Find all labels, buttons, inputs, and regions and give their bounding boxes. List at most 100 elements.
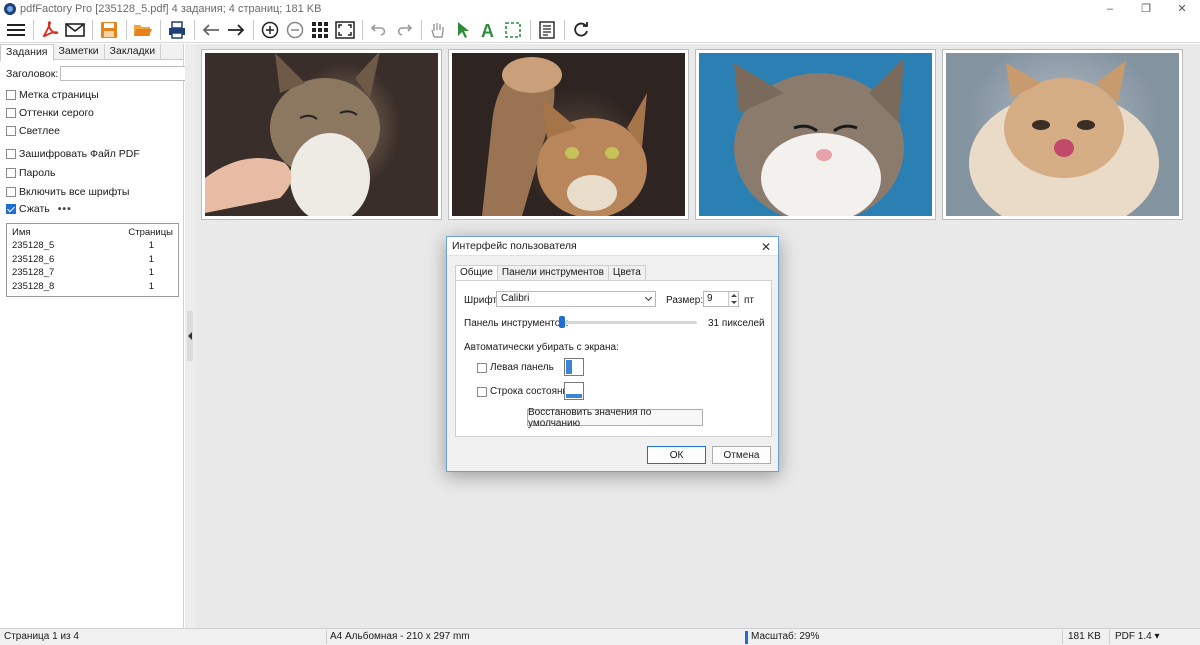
arrow-right-icon[interactable] xyxy=(224,18,248,42)
dialog-tabs: Общие Панели инструментов Цвета xyxy=(455,265,646,281)
properties-icon[interactable] xyxy=(535,18,559,42)
header-field-row: Заголовок: xyxy=(6,66,187,81)
table-row[interactable]: 235128_8 1 xyxy=(7,280,178,294)
cat-photo xyxy=(946,53,1179,216)
tab-notes[interactable]: Заметки xyxy=(54,44,105,60)
table-row[interactable]: 235128_7 1 xyxy=(7,266,178,280)
job-name: 235128_6 xyxy=(12,253,55,265)
grid-view-icon[interactable] xyxy=(308,18,332,42)
page-thumbnail-1[interactable] xyxy=(201,49,442,220)
arrow-left-icon[interactable] xyxy=(199,18,223,42)
close-window-button[interactable]: ✕ xyxy=(1164,0,1200,17)
option-label: Сжать xyxy=(19,203,50,215)
checkbox[interactable] xyxy=(6,168,16,178)
open-folder-icon[interactable] xyxy=(131,18,155,42)
option-lighter[interactable]: Светлее xyxy=(6,125,60,137)
status-zoom[interactable]: Масштаб: 29% xyxy=(751,631,819,642)
pdf-version-select[interactable]: PDF 1.4 ▾ xyxy=(1115,631,1159,642)
checkbox[interactable] xyxy=(6,149,16,159)
checkbox[interactable] xyxy=(477,386,487,397)
fit-page-icon[interactable] xyxy=(333,18,357,42)
status-paper-size: A4 Альбомная - 210 x 297 mm xyxy=(330,631,470,642)
select-rect-icon[interactable] xyxy=(501,18,525,42)
toolbar-separator xyxy=(194,19,195,40)
option-label: Светлее xyxy=(19,125,60,137)
restore-defaults-button[interactable]: Восстановить значения по умолчанию xyxy=(527,407,703,429)
print-icon[interactable] xyxy=(165,18,189,42)
main-toolbar: A xyxy=(0,17,1200,43)
status-bar-preview-icon xyxy=(564,382,584,400)
size-spinner[interactable]: 9 xyxy=(703,291,739,307)
dialog-close-button[interactable]: ✕ xyxy=(761,240,771,254)
tab-toolbars[interactable]: Панели инструментов xyxy=(496,265,609,280)
option-embed-fonts[interactable]: Включить все шрифты xyxy=(6,186,129,198)
refresh-icon[interactable] xyxy=(569,18,593,42)
dialog-title-bar: Интерфейс пользователя xyxy=(447,237,778,256)
checkbox[interactable] xyxy=(6,187,16,197)
save-icon[interactable] xyxy=(97,18,121,42)
toolbar-separator xyxy=(253,19,254,40)
redo-icon[interactable] xyxy=(392,18,416,42)
window-controls: – ❐ ✕ xyxy=(1092,0,1200,17)
more-options-button[interactable]: ••• xyxy=(58,203,72,215)
option-hide-status-bar[interactable]: Строка состояния xyxy=(477,386,574,397)
job-list-header: Имя Страницы xyxy=(7,224,178,239)
page-thumbnail-2[interactable] xyxy=(448,49,689,220)
checkbox[interactable] xyxy=(6,108,16,118)
zoom-indicator[interactable] xyxy=(745,631,748,644)
pdf-icon[interactable] xyxy=(38,18,62,42)
pointer-icon[interactable] xyxy=(451,18,475,42)
font-select[interactable]: Calibri xyxy=(496,291,656,307)
option-encrypt[interactable]: Зашифровать Файл PDF xyxy=(6,148,140,160)
header-label: Заголовок: xyxy=(6,67,59,80)
menu-icon[interactable] xyxy=(4,18,28,42)
tab-jobs[interactable]: Задания xyxy=(0,44,54,61)
toolbar-size-slider-thumb[interactable] xyxy=(559,316,565,328)
hand-icon[interactable] xyxy=(426,18,450,42)
zoom-in-icon[interactable] xyxy=(258,18,282,42)
table-row[interactable]: 235128_6 1 xyxy=(7,253,178,267)
column-pages[interactable]: Страницы xyxy=(128,227,173,239)
checkbox-checked[interactable] xyxy=(6,204,16,214)
option-compress[interactable]: Сжать ••• xyxy=(6,203,72,215)
tab-colors[interactable]: Цвета xyxy=(607,265,646,280)
table-row[interactable]: 235128_5 1 xyxy=(7,239,178,253)
option-grayscale[interactable]: Оттенки серого xyxy=(6,107,94,119)
ok-button[interactable]: ОК xyxy=(647,446,706,464)
spin-arrows-icon[interactable] xyxy=(728,292,738,306)
cancel-button[interactable]: Отмена xyxy=(712,446,771,464)
title-bar: pdfFactory Pro [235128_5.pdf] 4 задания;… xyxy=(0,0,1200,17)
auto-hide-label: Автоматически убирать с экрана: xyxy=(464,342,619,353)
tab-general[interactable]: Общие xyxy=(455,265,498,281)
font-label: Шрифт: xyxy=(464,295,500,306)
option-label: Пароль xyxy=(19,167,56,179)
zoom-out-icon[interactable] xyxy=(283,18,307,42)
option-hide-left-panel[interactable]: Левая панель xyxy=(477,362,554,373)
toolbar-separator xyxy=(33,19,34,40)
mail-icon[interactable] xyxy=(63,18,87,42)
undo-icon[interactable] xyxy=(367,18,391,42)
cat-photo xyxy=(205,53,438,216)
collapse-panel-handle[interactable] xyxy=(187,311,193,361)
option-label: Метка страницы xyxy=(19,89,99,101)
checkbox[interactable] xyxy=(477,362,487,373)
option-page-label[interactable]: Метка страницы xyxy=(6,89,99,101)
option-password[interactable]: Пароль xyxy=(6,167,55,179)
toolbar-separator xyxy=(421,19,422,40)
checkbox[interactable] xyxy=(6,90,16,100)
job-pages: 1 xyxy=(148,280,154,292)
chevron-down-icon xyxy=(644,293,653,302)
maximize-button[interactable]: ❐ xyxy=(1128,0,1164,17)
tab-bookmarks[interactable]: Закладки xyxy=(105,44,162,60)
minimize-button[interactable]: – xyxy=(1092,0,1128,17)
option-label: Зашифровать Файл PDF xyxy=(19,148,140,160)
text-tool-icon[interactable]: A xyxy=(476,18,500,42)
checkbox[interactable] xyxy=(6,126,16,136)
left-panel-preview-icon xyxy=(564,358,584,376)
page-thumbnail-3[interactable] xyxy=(695,49,936,220)
status-page: Страница 1 из 4 xyxy=(4,631,79,642)
page-thumbnail-4[interactable] xyxy=(942,49,1183,220)
header-input[interactable] xyxy=(60,66,187,81)
column-name[interactable]: Имя xyxy=(12,227,31,239)
toolbar-size-slider-track[interactable] xyxy=(559,321,697,324)
